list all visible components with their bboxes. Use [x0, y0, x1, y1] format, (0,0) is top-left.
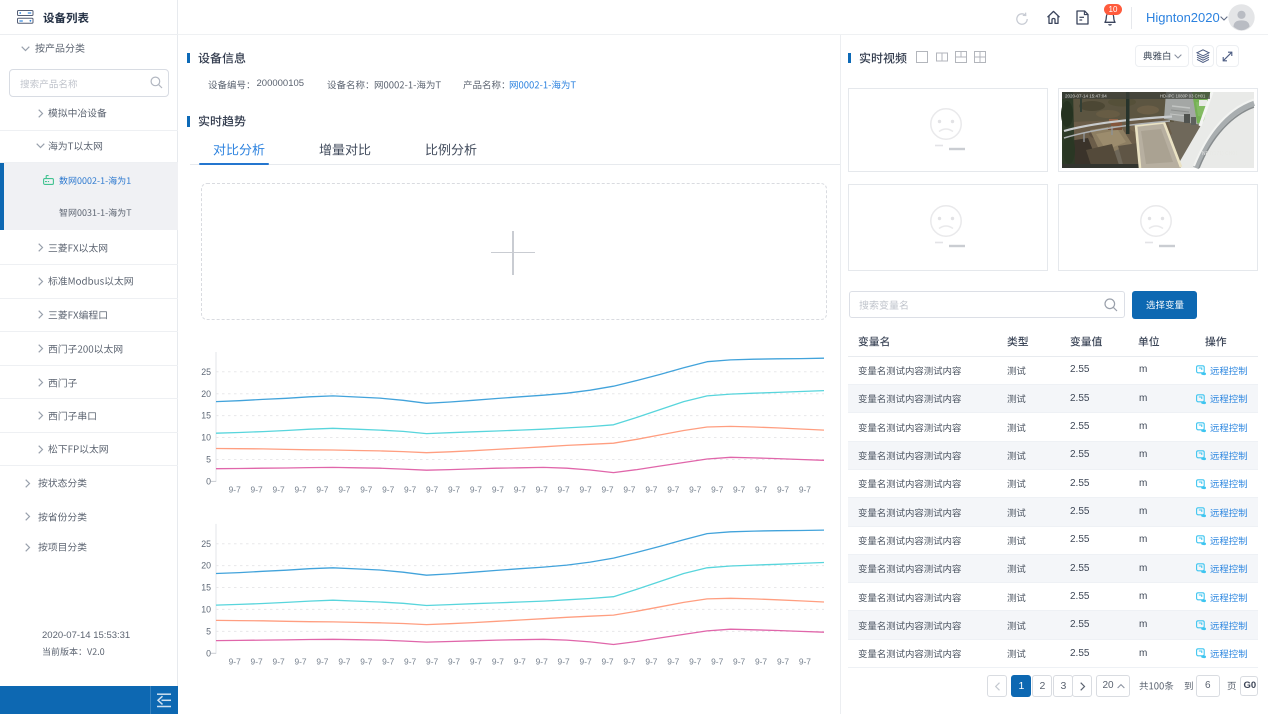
svg-text:9-7: 9-7	[755, 485, 767, 495]
svg-text:20: 20	[201, 389, 211, 399]
svg-text:2020-07-14 15:47:04: 2020-07-14 15:47:04	[1065, 94, 1107, 99]
svg-text:NET(171) CH01: NET(171) CH01	[1202, 151, 1238, 157]
svg-text:25: 25	[201, 367, 211, 377]
svg-text:9-7: 9-7	[229, 485, 241, 495]
svg-text:9-7: 9-7	[470, 485, 482, 495]
svg-text:9-7: 9-7	[426, 485, 438, 495]
svg-text:9-7: 9-7	[338, 485, 350, 495]
svg-text:9-7: 9-7	[492, 485, 504, 495]
svg-text:9-7: 9-7	[645, 485, 657, 495]
svg-text:9-7: 9-7	[514, 485, 526, 495]
svg-text:9-7: 9-7	[799, 485, 811, 495]
svg-text:9-7: 9-7	[601, 485, 613, 495]
svg-text:9-7: 9-7	[558, 485, 570, 495]
svg-text:9-7: 9-7	[580, 485, 592, 495]
svg-text:9-7: 9-7	[448, 485, 460, 495]
svg-text:9-7: 9-7	[316, 485, 328, 495]
svg-text:9-7: 9-7	[294, 485, 306, 495]
svg-text:9-7: 9-7	[273, 485, 285, 495]
svg-text:9-7: 9-7	[382, 485, 394, 495]
svg-text:10: 10	[201, 433, 211, 443]
svg-text:9-7: 9-7	[536, 485, 548, 495]
svg-text:9-7: 9-7	[777, 485, 789, 495]
svg-text:5: 5	[206, 455, 211, 465]
svg-text:9-7: 9-7	[667, 485, 679, 495]
svg-text:9-7: 9-7	[623, 485, 635, 495]
svg-text:9-7: 9-7	[360, 485, 372, 495]
svg-text:9-7: 9-7	[251, 485, 263, 495]
svg-text:9-7: 9-7	[711, 485, 723, 495]
svg-text:9-7: 9-7	[404, 485, 416, 495]
svg-text:15: 15	[201, 411, 211, 421]
svg-text:HD-IPC 1080P 03 CH01: HD-IPC 1080P 03 CH01	[1160, 94, 1206, 99]
svg-text:9-7: 9-7	[689, 485, 701, 495]
svg-text:9-7: 9-7	[733, 485, 745, 495]
svg-text:0: 0	[206, 477, 211, 487]
